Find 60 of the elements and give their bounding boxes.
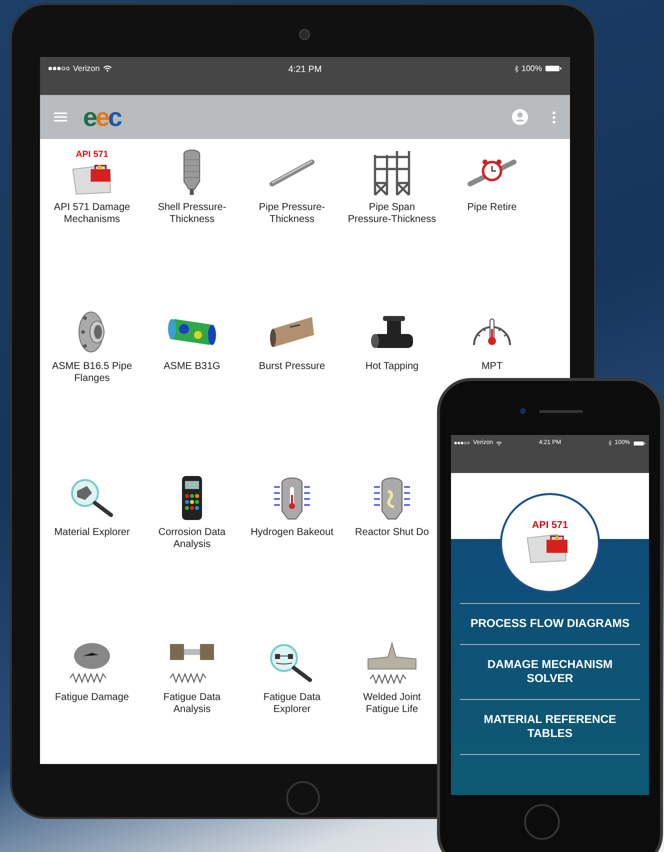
magnifier-icon	[270, 643, 314, 683]
cylinder-icon	[166, 317, 217, 347]
pipe-rack-icon	[372, 150, 411, 196]
app-tile[interactable]: Fatigue Data Analysis	[163, 638, 221, 716]
app-tile[interactable]: Burst Pressure	[258, 307, 326, 373]
toolbox-icon	[71, 162, 113, 196]
app-tile[interactable]: Shell Pressure- Thickness	[158, 148, 226, 226]
bluetooth-icon	[514, 64, 519, 72]
handheld-meter-icon	[180, 475, 203, 521]
app-tile[interactable]: Reactor Shut Do	[355, 473, 429, 539]
tank-icon	[373, 476, 411, 520]
logo-caption: API 571	[532, 520, 568, 531]
battery-icon	[545, 65, 562, 72]
app-tile[interactable]: Fatigue Data Explorer	[263, 638, 321, 716]
weld-wave-icon	[366, 642, 417, 684]
app-logo: eec	[83, 104, 120, 130]
app-tile[interactable]: Pipe Retire	[466, 148, 518, 214]
home-button[interactable]	[286, 781, 320, 815]
app-tile[interactable]: Pipe Pressure- Thickness	[258, 148, 326, 226]
app-tile[interactable]: Hydrogen Bakeout	[250, 473, 334, 539]
app-tile[interactable]: Corrosion Data Analysis	[158, 473, 226, 551]
app-tile[interactable]: Fatigue Damage	[55, 638, 129, 704]
more-options-icon[interactable]	[552, 110, 556, 124]
home-button[interactable]	[524, 804, 560, 840]
menu-item[interactable]: DAMAGE MECHANISM SOLVER	[460, 644, 640, 699]
burst-pipe-icon	[268, 315, 316, 349]
battery-text: 100%	[522, 64, 542, 73]
pipe-icon	[268, 158, 316, 188]
menu-icon[interactable]	[54, 112, 67, 122]
app-tile[interactable]: MPT	[472, 307, 512, 373]
tank-thermometer-icon	[273, 476, 311, 520]
wifi-icon	[102, 65, 112, 72]
signal-icon	[454, 441, 470, 445]
camera-icon	[520, 408, 526, 414]
carrier-text: Verizon	[73, 64, 100, 73]
app-tile[interactable]: Hot Tapping	[365, 307, 419, 373]
tee-pipe-icon	[370, 314, 414, 350]
tile-caption: API 571	[76, 148, 108, 160]
status-time: 4:21 PM	[288, 64, 322, 74]
menu-item[interactable]: MATERIAL REFERENCE TABLES	[460, 699, 640, 754]
specimen-wave-icon	[168, 642, 215, 684]
speaker-icon	[539, 410, 583, 413]
silo-icon	[182, 149, 202, 197]
account-icon[interactable]	[512, 109, 528, 125]
menu-item[interactable]: PROCESS FLOW DIAGRAMS	[460, 603, 640, 644]
app-tile[interactable]: Material Explorer	[54, 473, 130, 539]
bluetooth-icon	[608, 440, 612, 446]
wifi-icon	[496, 440, 502, 446]
magnifier-icon	[70, 478, 114, 518]
camera-icon	[299, 29, 310, 40]
battery-icon	[633, 440, 646, 446]
app-tile[interactable]: Pipe Span Pressure-Thickness	[348, 148, 436, 226]
app-tile[interactable]: API 571 API 571 Damage Mechanisms	[54, 148, 130, 226]
flange-icon	[76, 310, 107, 354]
app-tile[interactable]: ASME B16.5 Pipe Flanges	[52, 307, 132, 385]
app-tile[interactable]: Welded Joint Fatigue Life	[363, 638, 421, 716]
gauge-icon	[472, 317, 512, 347]
app-tile[interactable]: ASME B31G	[164, 307, 220, 373]
alarm-clock-pipe-icon	[466, 158, 518, 188]
signal-icon	[48, 66, 70, 71]
